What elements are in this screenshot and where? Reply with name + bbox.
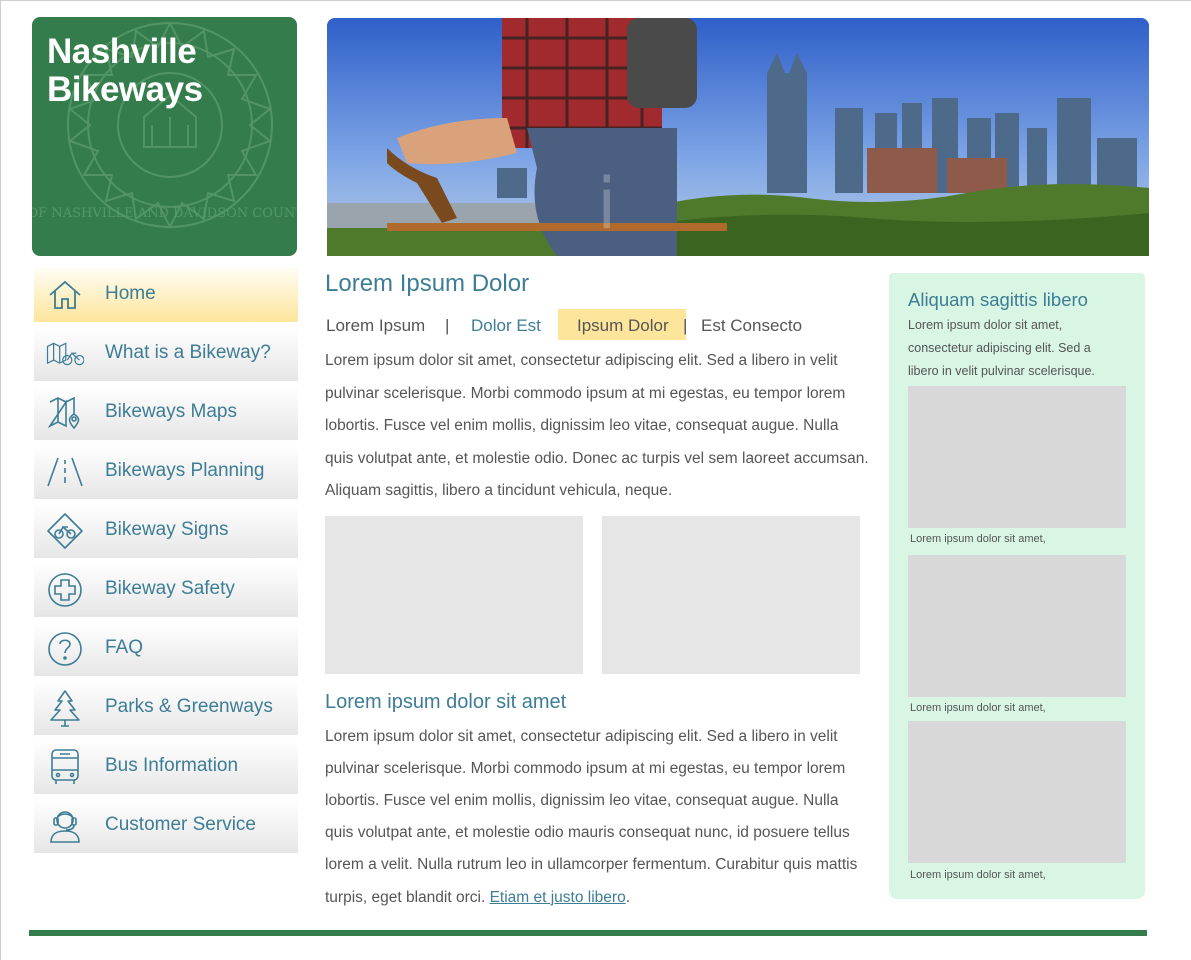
nav-label: What is a Bikeway? (105, 342, 271, 363)
subnav-link-est-consecto[interactable]: Est Consecto (701, 316, 802, 336)
image-placeholder (602, 515, 860, 674)
subnav-link-dolor-est[interactable]: Dolor Est (471, 316, 541, 336)
nav-label: Bikeways Planning (105, 460, 265, 481)
site-logo[interactable]: OF NASHVILLE AND DAVIDSON COUNTY Nashvil… (32, 17, 297, 256)
intro-paragraph: Lorem ipsum dolor sit amet, consectetur … (325, 352, 869, 499)
aside-caption: Lorem ipsum dolor sit amet, (910, 533, 1046, 545)
nav-item-bikeways-planning[interactable]: Bikeways Planning (34, 445, 298, 499)
subnav-link-lorem-ipsum[interactable]: Lorem Ipsum (326, 316, 425, 336)
aside-image-placeholder (908, 386, 1126, 528)
nav-label: Parks & Greenways (105, 696, 273, 717)
nav-item-bikeways-maps[interactable]: Bikeways Maps (34, 386, 298, 440)
aside-caption: Lorem ipsum dolor sit amet, (910, 702, 1046, 714)
map-pin-icon (46, 394, 84, 432)
aside-heading: Aliquam sagittis libero (908, 289, 1088, 310)
bus-icon (46, 748, 84, 786)
map-bike-icon (46, 335, 84, 373)
aside-intro: Lorem ipsum dolor sit amet, consectetur … (908, 318, 1095, 378)
footer-divider (29, 930, 1147, 936)
subnav-separator: | (445, 316, 450, 335)
page-title: Lorem Ipsum Dolor (325, 270, 530, 297)
nav-item-bikeway-safety[interactable]: Bikeway Safety (34, 563, 298, 617)
bike-sign-icon (46, 512, 84, 550)
safety-cross-icon (46, 571, 84, 609)
tree-icon (46, 689, 84, 727)
nav-label: Home (105, 283, 156, 304)
site-title-line2: Bikeways (47, 70, 203, 109)
nav-item-what-is-bikeway[interactable]: What is a Bikeway? (34, 327, 298, 381)
image-row (325, 515, 865, 674)
subnav-link-ipsum-dolor[interactable]: Ipsum Dolor (577, 316, 669, 336)
aside-image-placeholder (908, 721, 1126, 863)
section-heading: Lorem ipsum dolor sit amet (325, 690, 567, 713)
sub-navigation: Lorem Ipsum | Dolor Est Ipsum Dolor | Es… (325, 309, 865, 341)
sidebar-nav: Home What is a Bikeway? Bikeways Maps Bi… (34, 268, 298, 858)
nav-label: Bikeway Signs (105, 519, 229, 540)
site-title-line1: Nashville (47, 32, 197, 71)
nav-label: Bus Information (105, 755, 239, 776)
nav-label: Customer Service (105, 814, 256, 835)
hero-image: i (327, 18, 1149, 256)
body-inline-link[interactable]: Etiam et justo libero (490, 889, 626, 906)
home-icon (46, 276, 84, 314)
nav-label: FAQ (105, 637, 144, 658)
image-placeholder (325, 515, 583, 674)
body-paragraph: Lorem ipsum dolor sit amet, consectetur … (325, 721, 870, 914)
question-icon (46, 630, 84, 668)
nav-label: Bikeway Safety (105, 578, 235, 599)
body-paragraph-text: Lorem ipsum dolor sit amet, consectetur … (325, 727, 858, 906)
main-content: Lorem Ipsum Dolor Lorem Ipsum | Dolor Es… (325, 268, 869, 914)
nav-item-bikeway-signs[interactable]: Bikeway Signs (34, 504, 298, 558)
site-title: Nashville Bikeways (47, 33, 203, 109)
nav-item-parks-greenways[interactable]: Parks & Greenways (34, 681, 298, 735)
nav-label: Bikeways Maps (105, 401, 237, 422)
body-paragraph-end: . (625, 888, 631, 906)
nav-item-home[interactable]: Home (34, 268, 298, 322)
nav-item-faq[interactable]: FAQ (34, 622, 298, 676)
hero-illustration: i (327, 18, 1149, 256)
subnav-separator: | (683, 316, 688, 335)
aside-image-placeholder (908, 555, 1126, 697)
headset-icon (46, 807, 84, 845)
road-icon (46, 453, 84, 491)
sidebar-aside: Aliquam sagittis libero Lorem ipsum dolo… (889, 273, 1145, 899)
aside-caption: Lorem ipsum dolor sit amet, (910, 869, 1046, 881)
nav-item-customer-service[interactable]: Customer Service (34, 799, 298, 853)
nav-item-bus-information[interactable]: Bus Information (34, 740, 298, 794)
svg-text:i: i (597, 163, 616, 245)
seal-text: OF NASHVILLE AND DAVIDSON COUNTY (32, 206, 297, 221)
